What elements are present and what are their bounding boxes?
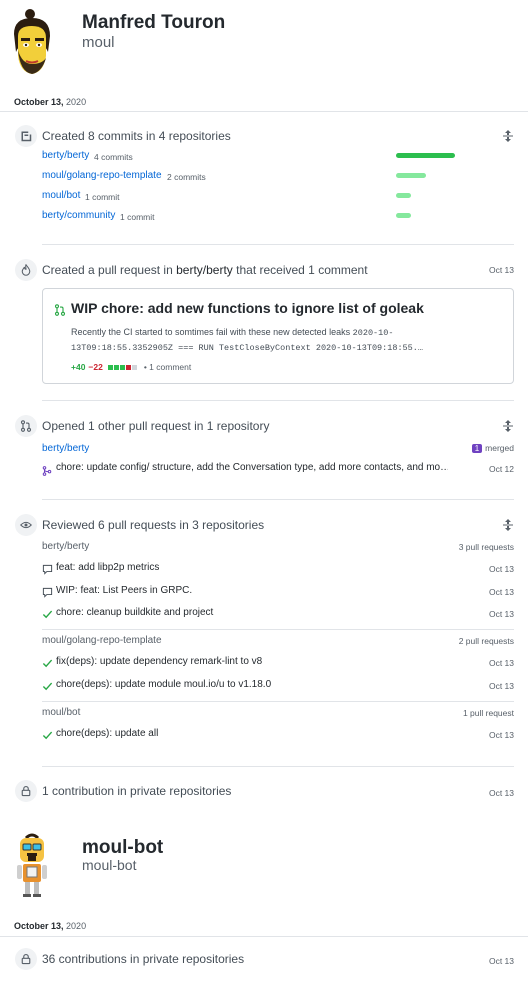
commit-count: 1 commit	[120, 211, 155, 222]
approved-check-icon	[42, 728, 53, 746]
fold-icon[interactable]	[502, 129, 514, 142]
review-item-link[interactable]: feat: add libp2p metrics	[56, 562, 159, 573]
pr-card-code-1: 2020-10-	[352, 328, 394, 338]
review-item-date: Oct 13	[488, 609, 514, 619]
section-divider	[42, 499, 514, 500]
review-group-count: 2 pull requests	[458, 636, 514, 646]
created-pr-repo-link[interactable]: berty/berty	[176, 263, 233, 277]
commit-progress-bar	[396, 193, 411, 198]
profile-name[interactable]: Manfred Touron	[82, 12, 225, 34]
opened-pr-title: Opened 1 other pull request in 1 reposit…	[42, 419, 270, 433]
created-pr-suffix: that received 1 comment	[236, 263, 368, 277]
section-divider	[42, 244, 514, 245]
reviewed-title: Reviewed 6 pull requests in 3 repositori…	[42, 518, 265, 532]
lock-icon	[15, 780, 37, 802]
review-item-date: Oct 13	[488, 730, 514, 740]
date-year: 2020	[66, 97, 87, 107]
pr-card[interactable]: WIP chore: add new functions to ignore l…	[42, 288, 514, 384]
created-pr-prefix: Created a pull request in	[42, 263, 173, 277]
commit-progress-bar	[396, 173, 426, 178]
pr-card-code-2: 13T09:18:55.3352905Z === RUN TestCloseBy…	[71, 343, 423, 353]
private-contrib-date: Oct 13	[488, 788, 514, 798]
created-pr-date: Oct 13	[488, 265, 514, 275]
commit-progress-bar	[396, 153, 455, 158]
review-item-link[interactable]: chore(deps): update module moul.io/u to …	[56, 679, 271, 690]
commit-repo-link[interactable]: berty/community	[42, 210, 115, 221]
commit-progress-bar	[396, 213, 411, 218]
commit-count: 4 commits	[94, 151, 133, 162]
created-pr-title: Created a pull request in berty/berty th…	[42, 263, 368, 277]
review-item-link[interactable]: chore: cleanup buildkite and project	[56, 607, 213, 618]
group-divider	[42, 629, 514, 630]
opened-pr-date: Oct 12	[488, 464, 514, 474]
approved-check-icon	[42, 679, 53, 697]
private-contrib-title: 1 contribution in private repositories	[42, 784, 232, 798]
review-item-date: Oct 13	[488, 681, 514, 691]
pr-card-title[interactable]: WIP chore: add new functions to ignore l…	[71, 300, 424, 316]
review-group-count: 3 pull requests	[458, 542, 514, 552]
section-divider	[42, 766, 514, 767]
merged-count: 1	[471, 443, 483, 453]
private-contrib-title: 36 contributions in private repositories	[42, 952, 245, 966]
avatar-manfred[interactable]	[8, 6, 58, 78]
commit-count: 1 commit	[85, 191, 120, 202]
commit-icon	[15, 125, 37, 147]
merged-badge: 1 merged	[471, 443, 514, 453]
fold-icon[interactable]	[502, 518, 514, 531]
commit-repo-link[interactable]: berty/berty	[42, 150, 89, 161]
fold-icon[interactable]	[502, 419, 514, 432]
section-divider	[42, 400, 514, 401]
pr-additions: +40	[71, 362, 86, 372]
review-item-date: Oct 13	[488, 658, 514, 668]
date-label: October 13,	[14, 97, 64, 107]
pull-request-icon	[15, 415, 37, 437]
review-item-link[interactable]: fix(deps): update dependency remark-lint…	[56, 656, 262, 667]
review-item-link[interactable]: WIP: feat: List Peers in GRPC.	[56, 585, 192, 596]
private-contrib-date: Oct 13	[488, 956, 514, 966]
review-group-repo[interactable]: berty/berty	[42, 541, 89, 552]
lock-icon	[15, 948, 37, 970]
review-group-repo[interactable]: moul/bot	[42, 707, 80, 718]
group-divider	[42, 701, 514, 702]
date-header: October 13, 2020	[0, 88, 528, 112]
date-year: 2020	[66, 921, 87, 931]
review-group-count: 1 pull request	[462, 708, 514, 718]
avatar-moul-bot[interactable]	[12, 832, 52, 900]
comment-icon	[42, 585, 53, 603]
commits-title: Created 8 commits in 4 repositories	[42, 129, 231, 143]
fire-icon	[15, 259, 37, 281]
diffstat	[107, 364, 137, 370]
opened-pr-repo-link[interactable]: berty/berty	[42, 443, 89, 454]
profile-name[interactable]: moul-bot	[82, 837, 163, 859]
profile-login: moul	[82, 34, 115, 51]
review-group-repo[interactable]: moul/golang-repo-template	[42, 635, 162, 646]
approved-check-icon	[42, 607, 53, 625]
review-item-date: Oct 13	[488, 587, 514, 597]
commit-count: 2 commits	[167, 171, 206, 182]
date-header: October 13, 2020	[0, 913, 528, 937]
comment-icon	[42, 562, 53, 580]
merged-icon	[42, 463, 52, 481]
eye-icon	[15, 514, 37, 536]
pr-open-icon	[54, 303, 66, 321]
review-item-link[interactable]: chore(deps): update all	[56, 728, 158, 739]
pr-card-body: Recently the CI started to somtimes fail…	[71, 327, 351, 337]
date-label: October 13,	[14, 921, 64, 931]
approved-check-icon	[42, 656, 53, 674]
commit-repo-link[interactable]: moul/golang-repo-template	[42, 170, 162, 181]
merged-label: merged	[485, 443, 514, 453]
profile-login: moul-bot	[82, 857, 137, 873]
pr-deletions: −22	[88, 362, 103, 372]
pr-comments: • 1 comment	[143, 362, 192, 372]
opened-pr-item-link[interactable]: chore: update config/ structure, add the…	[56, 462, 448, 473]
commit-repo-link[interactable]: moul/bot	[42, 190, 80, 201]
review-item-date: Oct 13	[488, 564, 514, 574]
